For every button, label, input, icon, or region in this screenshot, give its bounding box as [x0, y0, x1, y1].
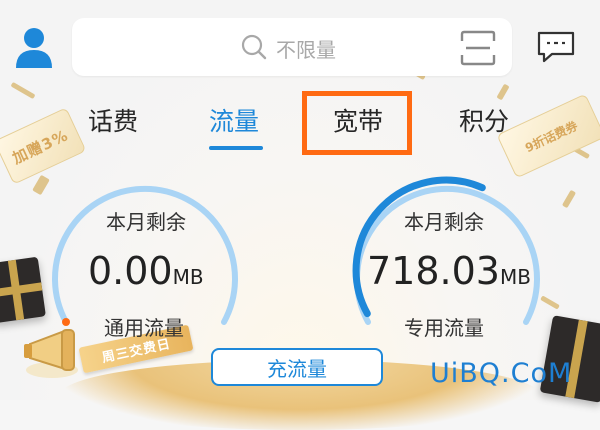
recharge-data-label: 充流量 — [267, 356, 327, 381]
general-data-unit: MB — [172, 265, 204, 289]
discount-tag-text: 9折话费券 — [522, 118, 580, 155]
tab-points[interactable]: 积分 — [459, 102, 509, 138]
avatar-icon[interactable] — [14, 26, 54, 68]
general-gauge-dot — [62, 318, 70, 326]
dedicated-data-unit: MB — [499, 265, 531, 289]
general-data-value: 0.00MB — [88, 249, 204, 293]
general-data-footer: 通用流量 — [104, 316, 184, 340]
dedicated-data-label: 本月剩余 — [404, 210, 484, 234]
tab-data[interactable]: 流量 — [209, 102, 259, 138]
dedicated-gauge-fill — [352, 176, 486, 318]
dedicated-data-footer: 专用流量 — [404, 316, 484, 340]
search-icon — [241, 34, 267, 60]
message-icon[interactable] — [536, 30, 576, 64]
dedicated-data-number: 718.03 — [367, 249, 500, 293]
search-bar[interactable]: 不限量 — [72, 18, 512, 76]
dedicated-data-value: 718.03MB — [367, 249, 531, 293]
tab-phone-bill[interactable]: 话费 — [88, 102, 138, 138]
watermark-text: UiBQ.CoM — [430, 358, 573, 389]
bonus-tag-text: 加赠3% — [9, 125, 71, 168]
recharge-data-button[interactable]: 充流量 — [211, 348, 383, 386]
search-placeholder: 不限量 — [276, 38, 336, 62]
broadband-highlight-box — [302, 91, 412, 155]
general-data-label: 本月剩余 — [106, 210, 186, 234]
scan-icon[interactable] — [460, 30, 496, 66]
general-data-number: 0.00 — [88, 249, 173, 293]
active-tab-indicator — [209, 146, 263, 150]
